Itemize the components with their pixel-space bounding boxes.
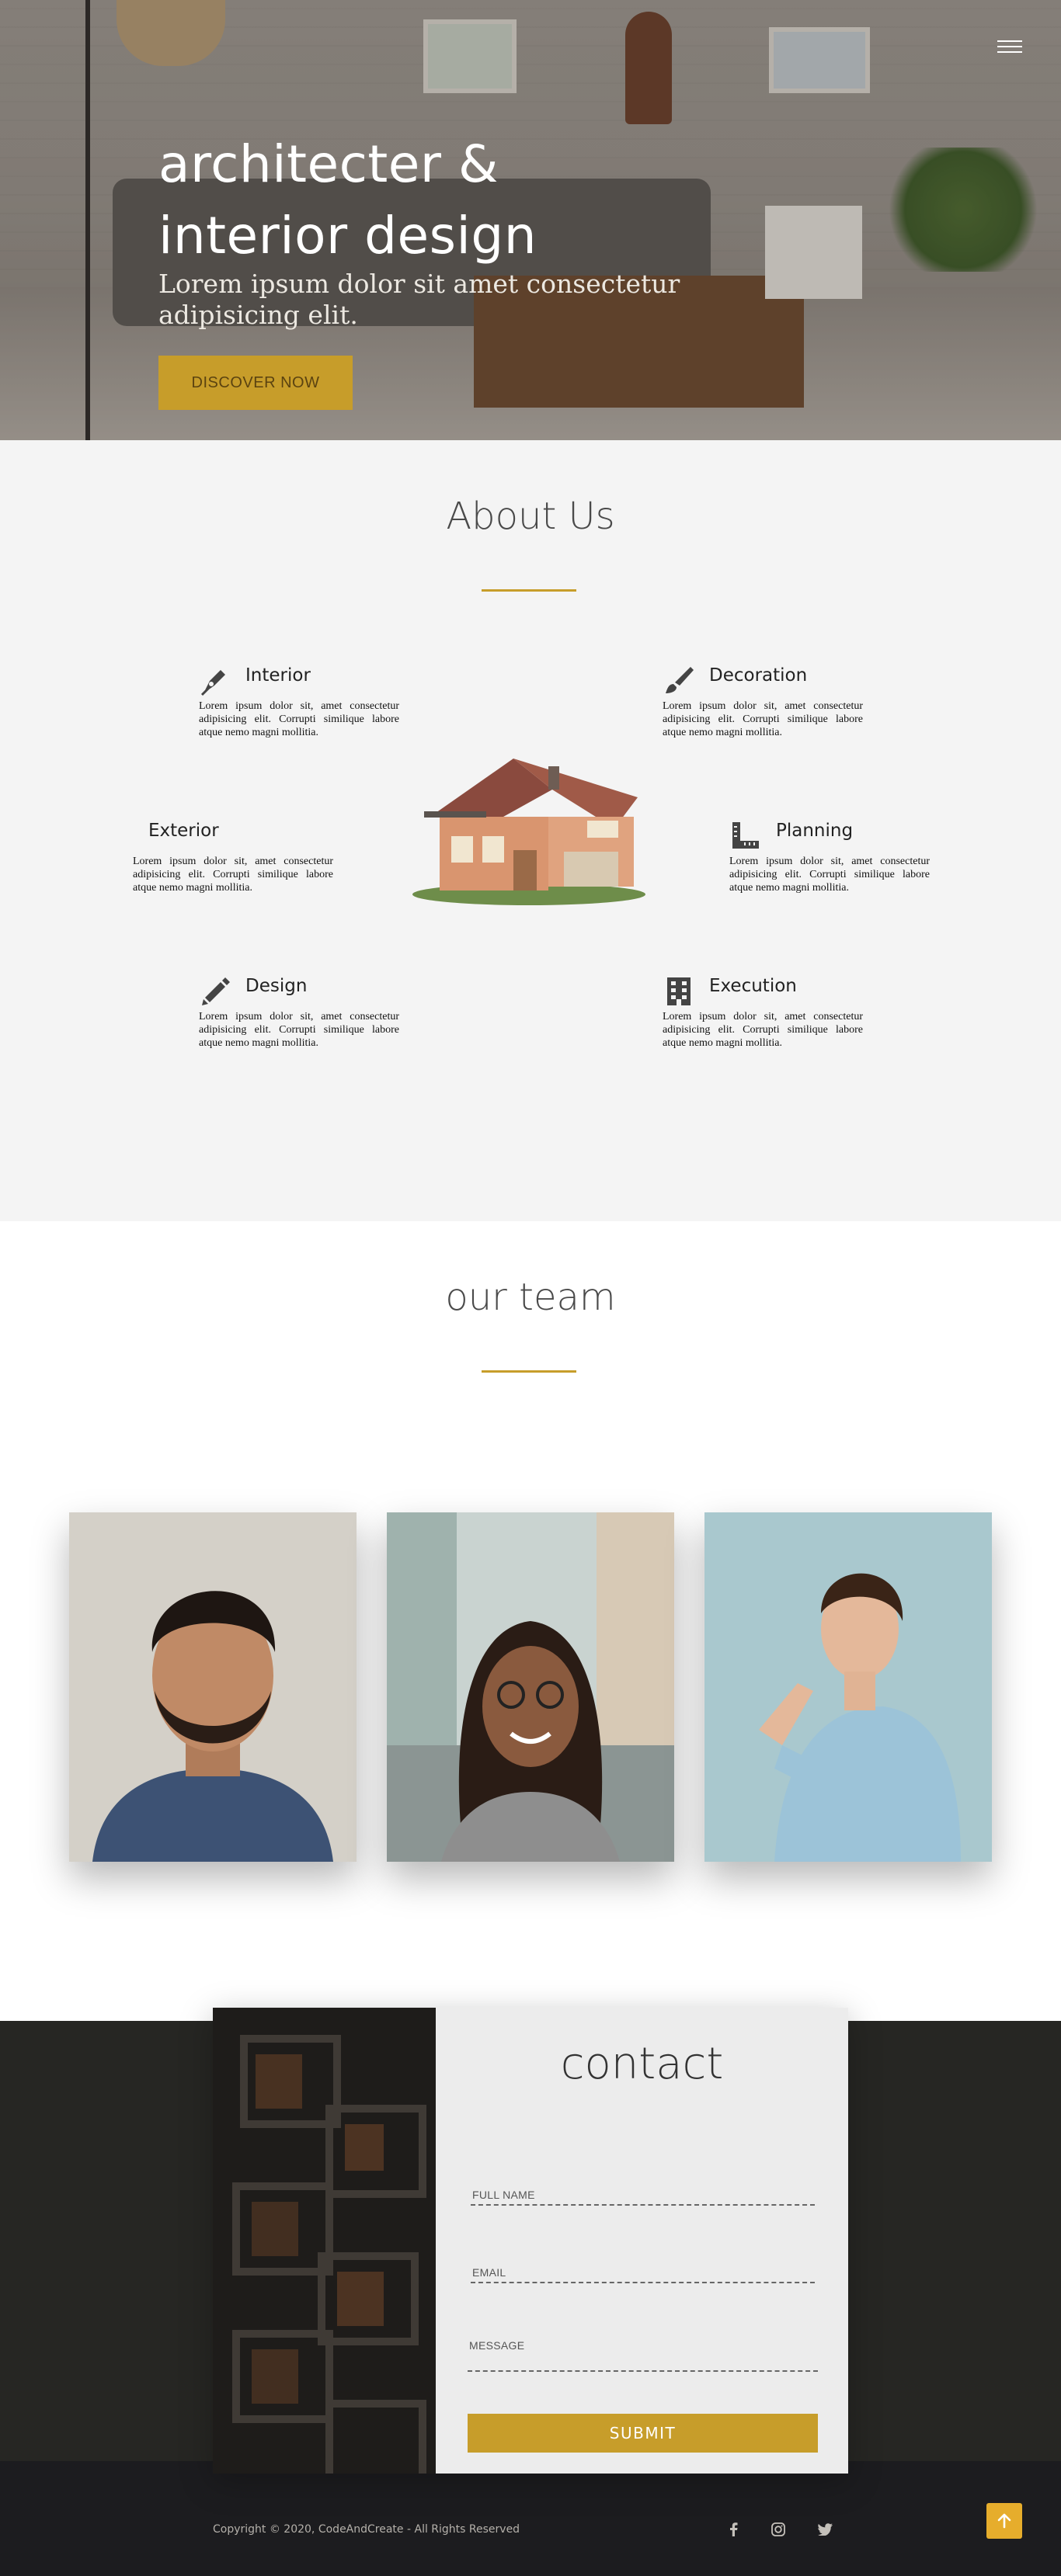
feature-name: Execution bbox=[709, 976, 797, 996]
contact-card: contact SUBMIT bbox=[213, 2008, 848, 2474]
feature-text: Lorem ipsum dolor sit, amet consectetur … bbox=[663, 1011, 863, 1049]
copyright-text: Copyright © 2020, CodeAndCreate - All Ri… bbox=[213, 2523, 520, 2536]
team-title: our team bbox=[445, 1276, 616, 1319]
discover-now-button[interactable]: DISCOVER NOW bbox=[158, 356, 353, 410]
hero-section: architecter & interior design Lorem ipsu… bbox=[0, 0, 1061, 440]
team-member-photo bbox=[387, 1512, 674, 1862]
building-photo bbox=[213, 2008, 436, 2474]
feature-design: Design Lorem ipsum dolor sit, amet conse… bbox=[199, 970, 399, 1050]
feature-text: Lorem ipsum dolor sit, amet consectetur … bbox=[729, 856, 930, 894]
woman-in-blue-suit-portrait bbox=[704, 1512, 992, 1862]
message-field[interactable] bbox=[468, 2336, 818, 2372]
arrow-up-icon bbox=[997, 2513, 1011, 2529]
hero-subtitle: Lorem ipsum dolor sit amet consectetur a… bbox=[158, 269, 702, 331]
footer: Copyright © 2020, CodeAndCreate - All Ri… bbox=[0, 2461, 1061, 2576]
hero-subtitle-line-1: Lorem ipsum dolor sit amet consectetur bbox=[158, 269, 680, 299]
feature-name: Exterior bbox=[148, 821, 219, 841]
instagram-icon-glyph bbox=[771, 2522, 785, 2536]
hero-subtitle-line-2: adipisicing elit. bbox=[158, 300, 358, 330]
feature-name: Planning bbox=[776, 821, 854, 841]
feature-text: Lorem ipsum dolor sit, amet consectetur … bbox=[133, 856, 333, 894]
feature-exterior: Exterior Lorem ipsum dolor sit, amet con… bbox=[133, 814, 333, 894]
pencil-icon bbox=[202, 977, 230, 1005]
twitter-icon-glyph bbox=[818, 2523, 833, 2536]
feature-text: Lorem ipsum dolor sit, amet consectetur … bbox=[199, 1011, 399, 1049]
hamburger-menu-icon[interactable] bbox=[997, 40, 1022, 57]
team-divider bbox=[482, 1370, 576, 1373]
team-member-photo bbox=[69, 1512, 357, 1862]
feature-name: Interior bbox=[245, 665, 311, 686]
woman-with-glasses-portrait bbox=[387, 1512, 674, 1862]
feature-decoration: Decoration Lorem ipsum dolor sit, amet c… bbox=[663, 659, 863, 739]
about-section: About Us Interior Lorem ipsum dolor sit,… bbox=[0, 440, 1061, 1221]
instagram-icon[interactable] bbox=[764, 2515, 792, 2543]
submit-button[interactable]: SUBMIT bbox=[468, 2414, 818, 2453]
feature-name: Design bbox=[245, 976, 308, 996]
feature-planning: Planning Lorem ipsum dolor sit, amet con… bbox=[729, 814, 930, 894]
hero-title-line-1: architecter & bbox=[158, 134, 499, 194]
feature-interior: Interior Lorem ipsum dolor sit, amet con… bbox=[199, 659, 399, 739]
contact-title: contact bbox=[560, 2039, 724, 2089]
contact-building-photo bbox=[213, 2008, 436, 2474]
building-icon bbox=[667, 977, 691, 1005]
hero-title-line-2: interior design bbox=[158, 206, 537, 266]
hero-title: architecter & interior design bbox=[158, 129, 702, 272]
contact-form: contact SUBMIT bbox=[436, 2008, 848, 2474]
ruler-combined-icon bbox=[732, 822, 759, 849]
email-field[interactable] bbox=[471, 2263, 815, 2283]
feature-execution: Execution Lorem ipsum dolor sit, amet co… bbox=[663, 970, 863, 1050]
feature-text: Lorem ipsum dolor sit, amet consectetur … bbox=[199, 700, 399, 738]
paint-brush-icon bbox=[666, 667, 694, 693]
facebook-icon-glyph bbox=[730, 2522, 738, 2536]
twitter-icon[interactable] bbox=[811, 2515, 839, 2543]
man-portrait bbox=[69, 1512, 357, 1862]
pen-nib-icon bbox=[200, 670, 225, 696]
full-name-field[interactable] bbox=[471, 2185, 815, 2206]
contact-section: Copyright © 2020, CodeAndCreate - All Ri… bbox=[0, 2008, 1061, 2576]
feature-text: Lorem ipsum dolor sit, amet consectetur … bbox=[663, 700, 863, 738]
team-member-photo bbox=[704, 1512, 992, 1862]
facebook-icon[interactable] bbox=[719, 2515, 747, 2543]
scroll-to-top-button[interactable] bbox=[986, 2503, 1022, 2539]
about-title: About Us bbox=[446, 495, 615, 538]
team-section: our team bbox=[0, 1221, 1061, 2021]
about-divider bbox=[482, 589, 576, 592]
feature-name: Decoration bbox=[709, 665, 808, 686]
house-illustration bbox=[412, 759, 645, 905]
